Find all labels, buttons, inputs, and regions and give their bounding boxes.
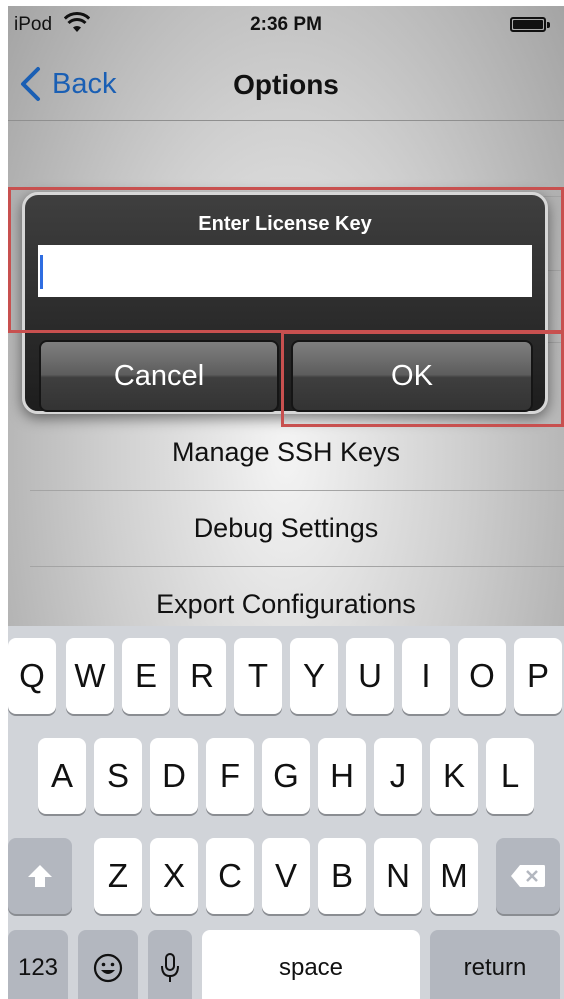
key-c[interactable]: C (206, 838, 254, 914)
space-key[interactable]: space (202, 930, 420, 999)
key-d[interactable]: D (150, 738, 198, 814)
clock: 2:36 PM (250, 14, 322, 35)
key-p[interactable]: P (514, 638, 562, 714)
list-item (30, 120, 564, 197)
list-item-debug-settings[interactable]: Debug Settings (30, 490, 564, 567)
microphone-icon (161, 953, 179, 982)
screen: iPod 2:36 PM Back Options Manage SSH Key… (8, 6, 564, 999)
key-x[interactable]: X (150, 838, 198, 914)
navigation-bar: Back Options (8, 44, 564, 121)
key-f[interactable]: F (206, 738, 254, 814)
numbers-key[interactable]: 123 (8, 930, 68, 999)
key-t[interactable]: T (234, 638, 282, 714)
key-q[interactable]: Q (8, 638, 56, 714)
shift-key[interactable] (8, 838, 72, 914)
key-a[interactable]: A (38, 738, 86, 814)
return-key[interactable]: return (430, 930, 560, 999)
key-v[interactable]: V (262, 838, 310, 914)
key-m[interactable]: M (430, 838, 478, 914)
key-u[interactable]: U (346, 638, 394, 714)
key-z[interactable]: Z (94, 838, 142, 914)
list-item-label: Debug Settings (193, 512, 379, 543)
emoji-icon (93, 953, 123, 983)
key-k[interactable]: K (430, 738, 478, 814)
battery-icon (510, 17, 550, 32)
delete-icon (511, 865, 545, 887)
microphone-key[interactable] (148, 930, 192, 999)
key-w[interactable]: W (66, 638, 114, 714)
key-y[interactable]: Y (290, 638, 338, 714)
cancel-button[interactable]: Cancel (39, 340, 279, 412)
keyboard: Q W E R T Y U I O P A S D F G H J K L Z … (8, 626, 564, 999)
key-b[interactable]: B (318, 838, 366, 914)
status-bar: iPod 2:36 PM (8, 6, 564, 44)
list-item-label: Manage SSH Keys (171, 436, 401, 467)
key-h[interactable]: H (318, 738, 366, 814)
key-s[interactable]: S (94, 738, 142, 814)
delete-key[interactable] (496, 838, 560, 914)
emoji-key[interactable] (78, 930, 138, 999)
key-o[interactable]: O (458, 638, 506, 714)
highlight-license-input (8, 187, 564, 333)
key-i[interactable]: I (402, 638, 450, 714)
page-title: Options (233, 69, 339, 100)
key-n[interactable]: N (374, 838, 422, 914)
key-l[interactable]: L (486, 738, 534, 814)
list-item-label: Export Configurations (156, 588, 416, 619)
key-e[interactable]: E (122, 638, 170, 714)
shift-icon (28, 865, 52, 887)
highlight-ok-button (281, 331, 564, 427)
key-r[interactable]: R (178, 638, 226, 714)
key-g[interactable]: G (262, 738, 310, 814)
key-j[interactable]: J (374, 738, 422, 814)
